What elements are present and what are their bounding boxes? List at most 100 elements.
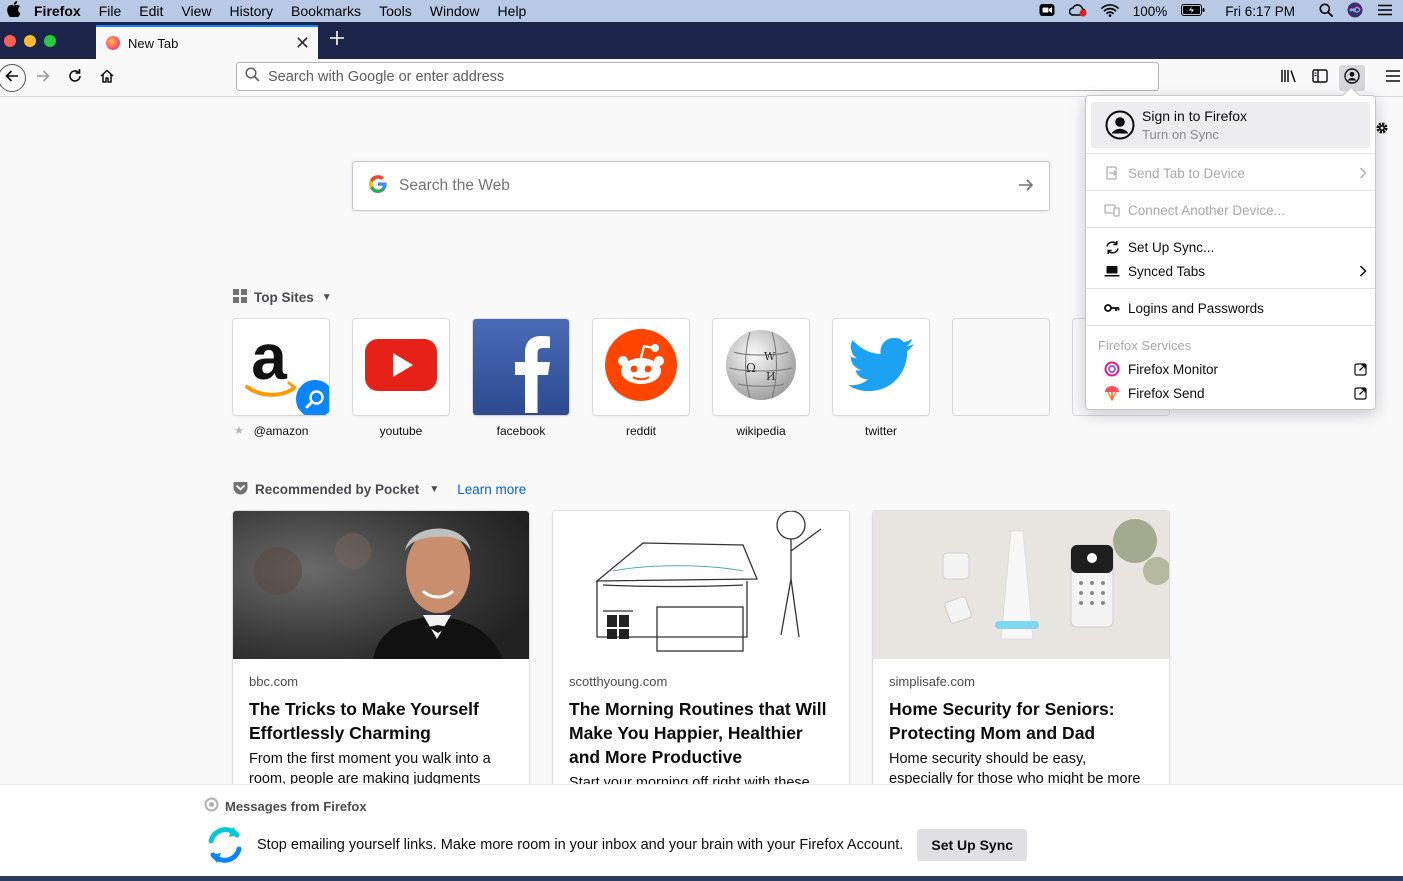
clock[interactable]: Fri 6:17 PM xyxy=(1225,4,1295,19)
siri-icon[interactable] xyxy=(1347,2,1363,21)
menu-file[interactable]: File xyxy=(90,0,131,22)
back-button[interactable] xyxy=(0,64,26,92)
set-up-sync-button[interactable]: Set Up Sync xyxy=(917,829,1028,861)
customize-gear-icon[interactable] xyxy=(1374,120,1390,141)
tab-new-tab[interactable]: New Tab ✕ xyxy=(96,25,318,59)
top-site-tile[interactable]: a @amazon ★ xyxy=(233,319,329,438)
pocket-title: Recommended by Pocket xyxy=(255,482,420,497)
library-button[interactable] xyxy=(1276,65,1302,91)
apple-icon[interactable] xyxy=(2,1,26,21)
reload-button[interactable] xyxy=(62,65,88,91)
account-panel: Sign in to Firefox Turn on Sync Send Tab… xyxy=(1085,86,1376,410)
menu-edit[interactable]: Edit xyxy=(130,0,172,22)
menu-bookmarks[interactable]: Bookmarks xyxy=(282,0,370,22)
top-site-tile[interactable]: Ω W И wikipedia xyxy=(713,319,809,438)
sign-in-label: Sign in to Firefox xyxy=(1142,108,1248,124)
app-menu-button[interactable] xyxy=(1380,65,1403,91)
twitter-bird-icon xyxy=(848,337,914,398)
tab-title: New Tab xyxy=(128,35,179,51)
svg-text:Ω: Ω xyxy=(746,361,756,375)
card-image xyxy=(233,511,529,659)
wifi-icon[interactable] xyxy=(1100,3,1119,20)
key-icon xyxy=(1103,303,1121,313)
firefox-send-item[interactable]: Firefox Send xyxy=(1103,383,1367,403)
back-arrow-icon xyxy=(4,68,20,89)
search-icon xyxy=(245,67,260,86)
external-link-icon xyxy=(1354,362,1367,376)
window-close-button[interactable] xyxy=(4,35,16,47)
top-site-tile[interactable]: twitter xyxy=(833,319,929,438)
logins-label: Logins and Passwords xyxy=(1128,300,1264,316)
hamburger-icon xyxy=(1385,69,1401,88)
zoom-icon[interactable] xyxy=(1039,3,1055,20)
logins-and-passwords-item[interactable]: Logins and Passwords xyxy=(1103,298,1367,318)
menu-history[interactable]: History xyxy=(220,0,282,22)
url-bar[interactable]: Search with Google or enter address xyxy=(236,62,1159,91)
top-site-label: reddit xyxy=(625,424,657,438)
menu-window[interactable]: Window xyxy=(421,0,489,22)
spotlight-icon[interactable] xyxy=(1319,3,1333,20)
library-icon xyxy=(1280,68,1298,89)
monitor-label: Firefox Monitor xyxy=(1128,361,1219,377)
forward-arrow-icon xyxy=(35,68,51,89)
send-tab-label: Send Tab to Device xyxy=(1128,165,1245,181)
set-up-sync-item[interactable]: Set Up Sync... xyxy=(1103,237,1367,257)
sidebar-icon xyxy=(1312,68,1328,88)
sign-in-button[interactable]: Sign in to Firefox Turn on Sync xyxy=(1091,102,1370,148)
top-site-tile[interactable]: youtube xyxy=(353,319,449,438)
account-avatar-icon xyxy=(1344,67,1360,89)
card-image xyxy=(873,511,1169,659)
navigation-toolbar: Search with Google or enter address xyxy=(0,59,1403,97)
pocket-card[interactable]: scotthyoung.com The Morning Routines tha… xyxy=(553,511,849,791)
control-center-icon[interactable] xyxy=(1377,4,1393,19)
sync-icon xyxy=(1103,240,1121,255)
top-site-label: twitter xyxy=(864,424,897,438)
home-icon xyxy=(99,68,115,89)
firefox-monitor-item[interactable]: Firefox Monitor xyxy=(1103,359,1367,379)
menu-view[interactable]: View xyxy=(172,0,220,22)
send-tab-icon xyxy=(1103,166,1121,180)
pin-icon: ★ xyxy=(234,425,244,437)
synced-tabs-label: Synced Tabs xyxy=(1128,263,1206,279)
pocket-icon xyxy=(233,481,248,498)
card-source: scotthyoung.com xyxy=(569,674,668,689)
divider xyxy=(1086,325,1375,326)
creative-cloud-icon[interactable] xyxy=(1068,3,1087,20)
home-button[interactable] xyxy=(94,65,120,91)
top-site-label: @amazon xyxy=(253,424,309,438)
connect-another-device-item[interactable]: Connect Another Device... xyxy=(1103,200,1367,220)
svg-text:W: W xyxy=(764,350,776,363)
menu-help[interactable]: Help xyxy=(489,0,536,22)
top-site-tile[interactable]: facebook xyxy=(473,319,569,438)
web-search-placeholder: Search the Web xyxy=(399,177,510,194)
window-minimize-button[interactable] xyxy=(24,35,36,47)
messages-from-firefox: Messages from Firefox Stop emailing your… xyxy=(0,784,1403,876)
chevron-right-icon xyxy=(1359,265,1367,277)
pocket-card[interactable]: bbc.com The Tricks to Make Yourself Effo… xyxy=(233,511,529,791)
web-search-box[interactable]: Search the Web xyxy=(352,161,1050,211)
pocket-card[interactable]: simplisafe.com Home Security for Seniors… xyxy=(873,511,1169,791)
top-sites-header[interactable]: Top Sites ▼ xyxy=(233,289,332,306)
top-site-tile[interactable]: reddit xyxy=(593,319,689,438)
close-tab-icon[interactable]: ✕ xyxy=(295,33,310,53)
send-tab-to-device-item[interactable]: Send Tab to Device xyxy=(1103,163,1367,183)
synced-tabs-item[interactable]: Synced Tabs xyxy=(1103,261,1367,281)
learn-more-link[interactable]: Learn more xyxy=(457,482,526,497)
menu-app-name[interactable]: Firefox xyxy=(26,0,90,22)
window-bottom-edge xyxy=(0,876,1403,881)
menu-tools[interactable]: Tools xyxy=(370,0,421,22)
card-excerpt: From the first moment you walk into a ro… xyxy=(249,751,491,787)
search-go-arrow-icon[interactable] xyxy=(1017,176,1035,199)
sidebar-toggle-button[interactable] xyxy=(1307,65,1333,91)
battery-icon[interactable] xyxy=(1181,3,1205,19)
pocket-header[interactable]: Recommended by Pocket ▼ Learn more xyxy=(233,481,526,498)
forward-button[interactable] xyxy=(30,65,56,91)
messages-title: Messages from Firefox xyxy=(225,798,367,814)
firefox-services-header: Firefox Services xyxy=(1098,338,1192,353)
divider xyxy=(1086,227,1375,228)
window-zoom-button[interactable] xyxy=(44,35,56,47)
chevron-down-icon[interactable]: ▼ xyxy=(322,292,332,303)
chevron-down-icon[interactable]: ▼ xyxy=(429,484,439,495)
new-tab-button[interactable] xyxy=(326,28,348,50)
divider xyxy=(1086,190,1375,191)
